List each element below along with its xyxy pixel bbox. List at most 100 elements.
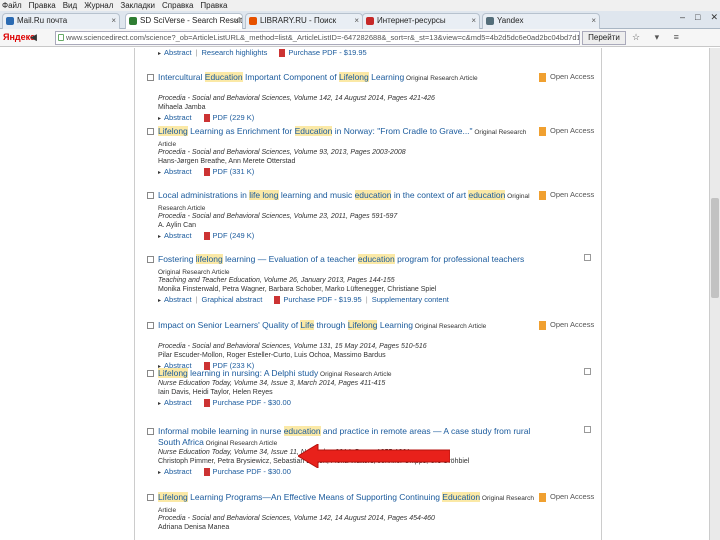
expand-triangle-icon[interactable]: ▸ — [158, 470, 161, 476]
tab-label[interactable]: LIBRARY.RU - Поиск — [260, 16, 336, 25]
preview-toggle[interactable] — [584, 254, 591, 261]
select-checkbox[interactable] — [147, 428, 154, 435]
window-control-button[interactable]: □ — [695, 12, 700, 22]
title-text[interactable]: learning — Evaluation of a teacher — [223, 254, 358, 264]
highlighted-term[interactable]: Education — [294, 126, 333, 136]
preview-toggle[interactable] — [584, 368, 591, 375]
result-link[interactable]: Abstract — [164, 398, 192, 407]
result-link[interactable]: PDF (249 K) — [213, 231, 255, 240]
tab-close-icon[interactable]: × — [234, 14, 239, 28]
title-text[interactable]: learning and music — [279, 190, 355, 200]
menu-item[interactable]: Правка — [200, 1, 227, 10]
window-control-button[interactable]: ✕ — [710, 12, 718, 22]
result-link[interactable]: Graphical abstract — [201, 295, 262, 304]
highlighted-term[interactable]: lifelong — [195, 254, 223, 264]
result-title[interactable]: Local administrations in life long learn… — [158, 190, 543, 214]
title-text[interactable]: program for professional teachers — [395, 254, 524, 264]
title-text[interactable]: learning in nursing: A Delphi study — [188, 368, 318, 378]
select-checkbox[interactable] — [147, 322, 154, 329]
result-link[interactable]: Abstract — [164, 167, 192, 176]
go-button[interactable]: Перейти — [582, 31, 626, 45]
expand-triangle-icon[interactable]: ▸ — [158, 116, 161, 122]
title-text[interactable]: through — [314, 320, 348, 330]
scrollbar-thumb[interactable] — [711, 198, 719, 298]
browser-tab[interactable]: Интернет-ресурсы × — [362, 13, 480, 29]
highlighted-term[interactable]: Lifelong — [158, 368, 188, 378]
result-link[interactable]: Purchase PDF - $19.95 — [288, 48, 366, 57]
highlighted-term[interactable]: education — [468, 190, 506, 200]
result-link[interactable]: Abstract — [164, 295, 192, 304]
highlighted-term[interactable]: education — [283, 426, 321, 436]
result-title[interactable]: Lifelong Learning Programs—An Effective … — [158, 492, 543, 516]
result-link[interactable]: Purchase PDF - $30.00 — [213, 467, 291, 476]
tab-label[interactable]: Интернет-ресурсы — [377, 16, 446, 25]
tab-close-icon[interactable]: × — [111, 14, 116, 28]
title-text[interactable]: in the context of art — [391, 190, 468, 200]
tab-close-icon[interactable]: × — [354, 14, 359, 28]
result-title[interactable]: Impact on Senior Learners' Quality of Li… — [158, 320, 543, 332]
highlighted-term[interactable]: life long — [249, 190, 279, 200]
result-link[interactable]: Research highlights — [201, 48, 267, 57]
title-text[interactable]: Learning — [377, 320, 413, 330]
expand-triangle-icon[interactable]: ▸ — [158, 234, 161, 240]
title-text[interactable]: Learning Programs—An Effective Means of … — [188, 492, 443, 502]
tab-label[interactable]: SD SciVerse - Search Results - ScienceDi… — [140, 16, 242, 25]
highlighted-term[interactable]: Lifelong — [338, 72, 369, 82]
browser-tab[interactable]: SD SciVerse - Search Results - ScienceDi… — [125, 13, 243, 29]
tab-close-icon[interactable]: × — [471, 14, 476, 28]
result-link[interactable]: Purchase PDF - $30.00 — [213, 398, 291, 407]
select-checkbox[interactable] — [147, 256, 154, 263]
menu-item[interactable]: Вид — [63, 1, 77, 10]
select-checkbox[interactable] — [147, 370, 154, 377]
select-checkbox[interactable] — [147, 128, 154, 135]
title-text[interactable]: Intercultural — [158, 72, 205, 82]
select-checkbox[interactable] — [147, 74, 154, 81]
result-link[interactable]: Purchase PDF - $19.95 — [283, 295, 361, 304]
highlighted-term[interactable]: Lifelong — [158, 492, 188, 502]
result-title[interactable]: Fostering lifelong learning — Evaluation… — [158, 254, 543, 278]
result-link[interactable]: Abstract — [164, 48, 192, 57]
result-title[interactable]: Lifelong Learning as Enrichment for Educ… — [158, 126, 543, 150]
result-link[interactable]: Abstract — [164, 467, 192, 476]
expand-triangle-icon[interactable]: ▸ — [158, 298, 161, 304]
expand-triangle-icon[interactable]: ▸ — [158, 170, 161, 176]
result-title[interactable]: Intercultural Education Important Compon… — [158, 72, 543, 84]
title-text[interactable]: Impact on Senior Learners' Quality of — [158, 320, 300, 330]
expand-triangle-icon[interactable]: ▸ — [158, 401, 161, 407]
highlighted-term[interactable]: Life — [300, 320, 315, 330]
expand-triangle-icon[interactable]: ▸ — [158, 51, 161, 57]
menu-item[interactable]: Справка — [162, 1, 193, 10]
highlighted-term[interactable]: education — [357, 254, 395, 264]
title-text[interactable]: Fostering — [158, 254, 196, 264]
highlighted-term[interactable]: education — [354, 190, 392, 200]
menu-item[interactable]: Правка — [29, 1, 56, 10]
title-text[interactable]: in Norway: "From Cradle to Grave..." — [332, 126, 473, 136]
highlighted-term[interactable]: Education — [204, 72, 243, 82]
address-bar[interactable]: www.sciencedirect.com/science?_ob=Articl… — [55, 31, 580, 45]
preview-toggle[interactable] — [584, 426, 591, 433]
vertical-scrollbar[interactable] — [709, 48, 720, 540]
tab-close-icon[interactable]: × — [591, 14, 596, 28]
window-control-button[interactable]: – — [680, 12, 685, 22]
result-link[interactable]: PDF (229 K) — [213, 113, 255, 122]
menu-item[interactable]: Файл — [2, 1, 22, 10]
result-link[interactable]: Supplementary content — [372, 295, 449, 304]
result-link[interactable]: PDF (331 K) — [213, 167, 255, 176]
browser-tab[interactable]: LIBRARY.RU - Поиск × — [245, 13, 363, 29]
result-link[interactable]: Abstract — [164, 113, 192, 122]
result-link[interactable]: Abstract — [164, 231, 192, 240]
back-button[interactable]: ◀ — [30, 32, 37, 43]
address-url[interactable]: www.sciencedirect.com/science?_ob=Articl… — [66, 33, 579, 42]
title-text[interactable]: Local administrations in — [158, 190, 249, 200]
menu-item[interactable]: Журнал — [84, 1, 113, 10]
title-text[interactable]: Learning as Enrichment for — [188, 126, 295, 136]
title-text[interactable]: Important Component of — [243, 72, 339, 82]
highlighted-term[interactable]: Lifelong — [158, 126, 188, 136]
title-text[interactable]: Learning — [369, 72, 404, 82]
menu-item[interactable]: Закладки — [120, 1, 155, 10]
highlighted-term[interactable]: Education — [442, 492, 481, 502]
browser-tab[interactable]: Mail.Ru почта × — [2, 13, 120, 29]
browser-tab[interactable]: Yandex × — [482, 13, 600, 29]
tab-label[interactable]: Mail.Ru почта — [17, 16, 67, 25]
title-text[interactable]: Informal mobile learning in nurse — [158, 426, 284, 436]
